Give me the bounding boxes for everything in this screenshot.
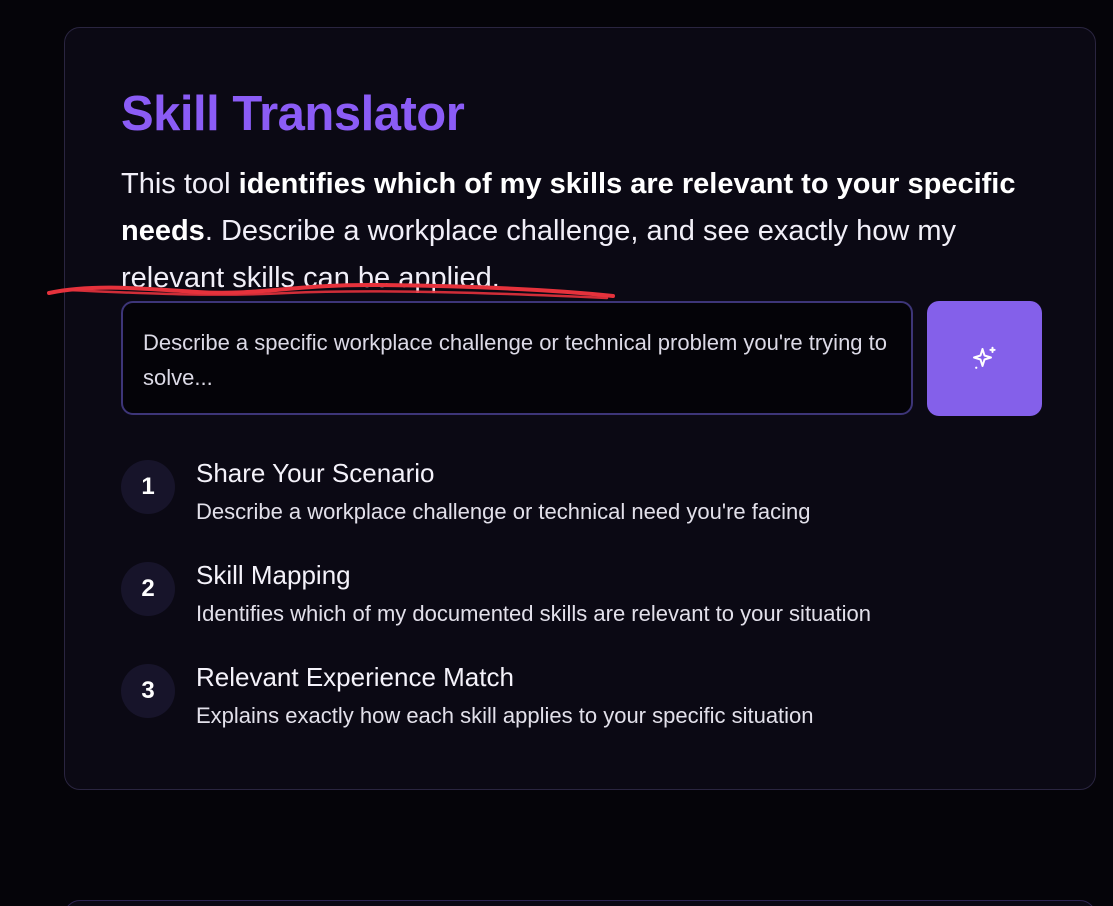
step-description: Explains exactly how each skill applies … [196, 703, 814, 728]
scenario-input[interactable]: Describe a specific workplace challenge … [121, 301, 913, 415]
step-item: 3 Relevant Experience Match Explains exa… [121, 662, 1041, 744]
step-item: 1 Share Your Scenario Describe a workpla… [121, 458, 1041, 540]
step-title: Skill Mapping [196, 560, 351, 590]
sparkles-icon [972, 346, 996, 369]
next-card-edge [64, 900, 1096, 906]
step-number: 2 [121, 562, 175, 616]
description-intro: This tool [121, 168, 239, 200]
step-description: Identifies which of my documented skills… [196, 601, 871, 626]
step-item: 2 Skill Mapping Identifies which of my d… [121, 560, 1041, 642]
step-description: Describe a workplace challenge or techni… [196, 499, 811, 524]
page-title: Skill Translator [121, 87, 465, 141]
page: Skill Translator This tool identifies wh… [0, 0, 1113, 906]
step-number: 1 [121, 460, 175, 514]
step-title: Share Your Scenario [196, 458, 435, 488]
step-number: 3 [121, 664, 175, 718]
step-title: Relevant Experience Match [196, 662, 514, 692]
skill-translator-card: Skill Translator This tool identifies wh… [47, 27, 1096, 790]
scenario-input-placeholder: Describe a specific workplace challenge … [143, 330, 888, 390]
submit-button[interactable] [927, 301, 1042, 416]
